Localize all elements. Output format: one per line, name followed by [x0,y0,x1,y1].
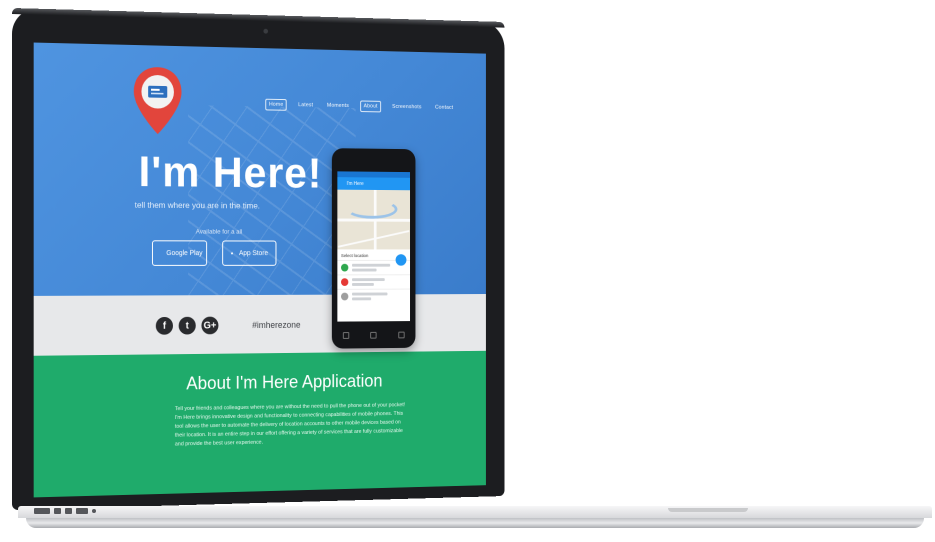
back-icon[interactable] [343,332,349,339]
google-play-label: Google Play [166,250,202,257]
page-title: I'm Here! [139,148,323,199]
list-item[interactable] [337,289,410,304]
map-pin-logo-icon[interactable] [131,65,185,137]
app-store-label: App Store [239,250,268,257]
port [65,508,72,514]
status-dot [341,278,348,286]
status-dot [341,293,348,301]
about-text: Tell your friends and colleagues where y… [175,401,408,449]
side-ports [34,508,96,514]
river [347,199,398,218]
hero-section: Home Latest Moments About Screenshots Co… [34,43,486,296]
nav-latest[interactable]: Latest [295,100,315,110]
list-item[interactable] [337,274,410,289]
phone-screen: I'm Here Select location [337,171,410,321]
locate-button[interactable] [396,254,407,265]
phone-map[interactable] [337,190,410,250]
app-store-button[interactable]: App Store [222,240,276,265]
phone-app-bar: I'm Here [337,177,410,190]
nav-contact[interactable]: Contact [432,103,456,113]
camera-icon [263,29,268,34]
page-subtitle: tell them where you are in the time. [135,200,260,211]
phone-nav-bar [332,332,416,339]
laptop-mockup: Home Latest Moments About Screenshots Co… [0,0,935,542]
nav-about[interactable]: About [360,100,381,112]
port [76,508,88,514]
port [54,508,61,514]
about-section: About I'm Here Application Tell your fri… [34,351,486,498]
port [34,508,50,514]
facebook-icon[interactable]: f [156,317,173,335]
laptop-bezel: Home Latest Moments About Screenshots Co… [12,8,504,510]
home-icon[interactable] [371,332,377,339]
google-plus-icon[interactable]: G+ [201,317,218,335]
available-label: Available for a all [196,229,243,236]
laptop-base [18,506,932,530]
nav-screenshots[interactable]: Screenshots [389,102,424,112]
laptop-screen: Home Latest Moments About Screenshots Co… [34,43,486,498]
hashtag[interactable]: #imherezone [252,320,300,330]
social-links: f t G+ [156,317,219,335]
recents-icon[interactable] [398,332,404,339]
nav-home[interactable]: Home [265,99,287,111]
port [92,509,96,513]
phone-app-title: I'm Here [347,181,364,187]
phone-mockup: I'm Here Select location [332,148,416,348]
twitter-icon[interactable]: t [179,317,196,335]
about-title: About I'm Here Application [186,371,382,394]
apple-icon [231,248,234,258]
status-dot [341,264,348,272]
nav-moments[interactable]: Moments [324,101,352,111]
lid-notch [668,508,748,512]
google-play-button[interactable]: Google Play [152,240,207,266]
